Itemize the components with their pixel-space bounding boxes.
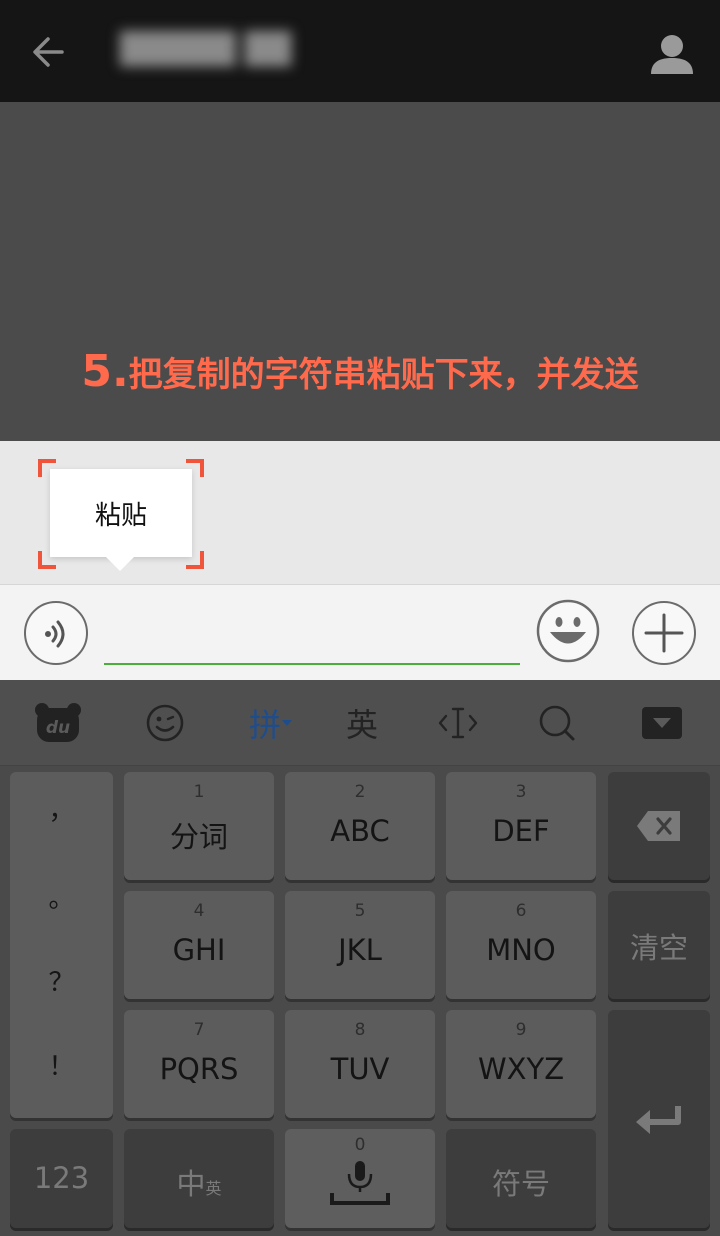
key-label: 分词 <box>169 820 228 854</box>
number-mode-label: 123 <box>33 1161 90 1195</box>
key-number: 6 <box>515 901 527 921</box>
keyboard-emoji-button[interactable] <box>142 698 188 748</box>
language-sub: 英 <box>205 1179 222 1198</box>
clear-label: 清空 <box>629 931 688 965</box>
key-5[interactable]: 5 JKL <box>285 891 435 999</box>
key-number: 0 <box>354 1135 366 1155</box>
keyboard-toolbar: du 拼 英 <box>0 680 720 766</box>
language-main: 中 <box>176 1167 206 1201</box>
number-mode-key[interactable]: 123 <box>10 1129 113 1228</box>
chat-title: █████ ██ <box>120 32 292 67</box>
clear-key[interactable]: 清空 <box>608 891 710 999</box>
punct-question-key[interactable]: ？ <box>10 962 113 999</box>
instruction-text: 5.把复制的字符串粘贴下来，并发送 <box>0 344 720 403</box>
symbol-key[interactable]: 符号 <box>446 1129 596 1228</box>
key-number: 7 <box>193 1020 205 1040</box>
punctuation-column[interactable]: ， 。 ？ ！ <box>10 772 113 1118</box>
enter-icon <box>636 1106 681 1134</box>
paste-menu-item[interactable]: 粘贴 <box>50 469 192 571</box>
collapse-keyboard-icon <box>642 707 682 739</box>
key-label: TUV <box>330 1052 390 1086</box>
key-label: WXYZ <box>477 1052 565 1086</box>
key-number: 5 <box>354 901 366 921</box>
pinyin-label: 拼 <box>248 706 281 744</box>
key-label: DEF <box>492 814 550 848</box>
chevron-down-icon <box>282 720 292 726</box>
mic-icon <box>330 1161 390 1205</box>
key-8[interactable]: 8 TUV <box>285 1010 435 1118</box>
english-mode-button[interactable]: 英 <box>340 698 384 748</box>
space-key[interactable]: 0 <box>285 1129 435 1228</box>
punct-period-key[interactable]: 。 <box>10 878 113 915</box>
language-switch-key[interactable]: 中英 <box>124 1129 274 1228</box>
key-9[interactable]: 9 WXYZ <box>446 1010 596 1118</box>
symbol-label: 符号 <box>491 1167 550 1201</box>
keyboard-search-button[interactable] <box>536 698 578 748</box>
key-4[interactable]: 4 GHI <box>124 891 274 999</box>
language-switch-label: 中英 <box>124 1161 274 1203</box>
paste-label: 粘贴 <box>94 500 147 531</box>
voice-icon <box>45 620 65 648</box>
key-number: 9 <box>515 1020 527 1040</box>
key-7[interactable]: 7 PQRS <box>124 1010 274 1118</box>
punct-exclaim-key[interactable]: ！ <box>10 1046 113 1083</box>
cursor-icon <box>438 707 478 739</box>
emoji-icon <box>536 599 600 663</box>
enter-key[interactable] <box>608 1010 710 1228</box>
instruction-body: 把复制的字符串粘贴下来，并发送 <box>128 355 639 395</box>
key-label: JKL <box>338 933 382 967</box>
search-icon <box>539 705 575 741</box>
key-number: 8 <box>354 1020 366 1040</box>
keyboard: du 拼 英 ， 。 ？ ！ 1 分词 2 ABC 3 DEF 4 GHI 5 … <box>0 680 720 1236</box>
punct-comma-key[interactable]: ， <box>10 790 113 827</box>
collapse-keyboard-button[interactable] <box>640 698 684 748</box>
input-bar <box>0 584 720 680</box>
chat-area: 5.把复制的字符串粘贴下来，并发送 <box>0 102 720 441</box>
profile-button[interactable] <box>648 30 696 78</box>
message-input[interactable] <box>104 603 520 665</box>
key-number: 3 <box>515 782 527 802</box>
emoji-icon <box>146 704 184 742</box>
pinyin-mode-button[interactable]: 拼 <box>242 698 300 748</box>
top-bar: █████ ██ <box>0 0 720 102</box>
key-number: 4 <box>193 901 205 921</box>
backspace-icon <box>637 811 680 841</box>
key-2[interactable]: 2 ABC <box>285 772 435 880</box>
key-1[interactable]: 1 分词 <box>124 772 274 880</box>
emoji-button[interactable] <box>536 599 600 663</box>
key-number: 1 <box>193 782 205 802</box>
backspace-key[interactable] <box>608 772 710 880</box>
key-number: 2 <box>354 782 366 802</box>
key-label: ABC <box>330 814 390 848</box>
key-label: MNO <box>486 933 556 967</box>
key-label: PQRS <box>159 1052 239 1086</box>
english-label: 英 <box>345 706 378 744</box>
paste-area: 粘贴 <box>0 441 720 584</box>
person-icon <box>651 35 693 74</box>
keyboard-logo-button[interactable]: du <box>32 698 84 748</box>
baidu-logo-icon: du <box>35 703 81 742</box>
more-button[interactable] <box>632 601 696 665</box>
voice-button[interactable] <box>24 601 88 665</box>
cursor-button[interactable] <box>436 698 480 748</box>
instruction-number: 5. <box>81 346 129 397</box>
back-button[interactable] <box>28 30 72 74</box>
arrow-left-icon <box>33 37 64 67</box>
baidu-logo-text: du <box>46 718 70 738</box>
key-label: GHI <box>172 933 226 967</box>
key-6[interactable]: 6 MNO <box>446 891 596 999</box>
key-3[interactable]: 3 DEF <box>446 772 596 880</box>
plus-icon <box>644 613 684 653</box>
